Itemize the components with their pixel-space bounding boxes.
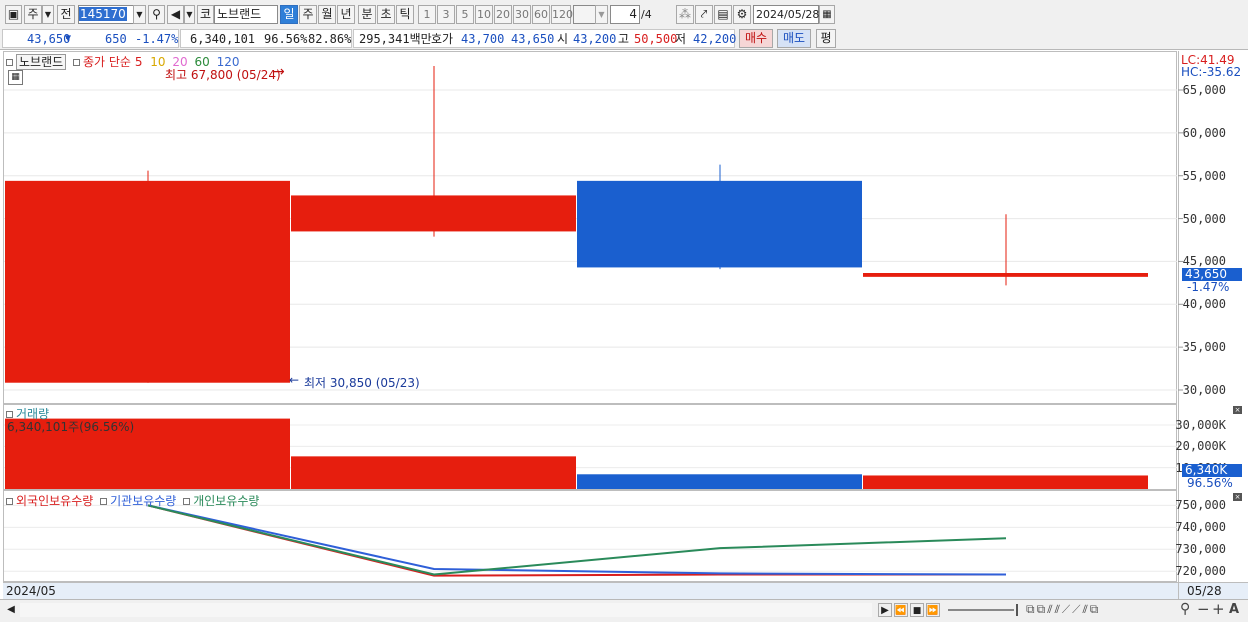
price-tick-label: 60,000 <box>1182 125 1226 140</box>
volume-bar <box>863 475 1148 489</box>
price-tick-label: 40,000 <box>1182 297 1226 312</box>
x-axis-end-label: 05/28 <box>1187 584 1222 598</box>
legend-square-icon <box>73 59 80 66</box>
holding-tick-label: 730,000 <box>1175 542 1226 557</box>
candle-body <box>5 180 290 383</box>
volume-tick-label: 30,000K <box>1175 418 1226 432</box>
individual-holding-label: 개인보유수량 <box>193 494 260 508</box>
zoom-slider-handle[interactable] <box>1016 604 1018 616</box>
institution-holding-label: 기관보유수량 <box>110 494 177 508</box>
holding-series-line <box>147 504 1007 576</box>
volume-bar <box>291 456 576 489</box>
legend-square-icon <box>6 59 13 66</box>
chart-canvas <box>4 66 1183 577</box>
legend-square-icon <box>100 498 108 505</box>
current-pct-label: -1.47% <box>1187 280 1230 294</box>
rewind-icon[interactable]: ⏪ <box>894 603 908 617</box>
x-axis <box>3 582 1178 600</box>
bottom-toolbar: ◀ ▶ ⏪ ■ ⏩ ⧉⧉⫽⫽⟋⟋⫽⧉ ⚲ − + A <box>0 599 1248 622</box>
play-icon[interactable]: ▶ <box>878 603 892 617</box>
holding-tick-label: 750,000 <box>1175 498 1226 513</box>
stock-title-box[interactable]: 노브랜드 <box>16 54 67 70</box>
stop-icon[interactable]: ■ <box>910 603 924 617</box>
holding-panel-close-icon[interactable]: × <box>1233 493 1242 501</box>
legend-square-icon <box>183 498 191 505</box>
candle-body <box>863 273 1148 277</box>
candle-body <box>291 195 576 232</box>
foreign-holding-label: 외국인보유수량 <box>16 494 94 508</box>
volume-bar <box>577 474 862 489</box>
arrow-right-icon: → <box>273 64 285 80</box>
price-tick-label: 35,000 <box>1182 340 1226 355</box>
magnifier-icon[interactable]: ⚲ <box>1180 601 1190 617</box>
legend-square-icon <box>6 411 13 418</box>
close-ma-label: 종가 단순 <box>83 55 131 69</box>
legend-square-icon <box>6 498 13 505</box>
font-size-icon[interactable]: A <box>1229 602 1239 617</box>
zoom-in-icon[interactable]: + <box>1212 600 1225 618</box>
candle-body <box>577 180 862 268</box>
hc-label: HC:-35.62 <box>1181 65 1242 79</box>
price-tick-label: 50,000 <box>1182 211 1226 226</box>
volume-panel-close-icon[interactable]: × <box>1233 406 1242 414</box>
low-annotation: 최저 30,850 (05/23) <box>304 376 420 390</box>
x-axis-start-label: 2024/05 <box>6 584 56 598</box>
price-tick-label: 65,000 <box>1182 83 1226 97</box>
scroll-left-icon[interactable]: ◀ <box>4 603 18 617</box>
holding-legend: 외국인보유수량 기관보유수량 개인보유수량 <box>6 492 259 509</box>
volume-tick-label: 20,000K <box>1175 439 1226 454</box>
holding-series-line <box>147 504 1006 577</box>
holding-tick-label: 720,000 <box>1175 564 1226 579</box>
holding-series-line <box>147 504 1007 576</box>
ma-10-label: 10 <box>150 55 166 69</box>
arrow-left-icon: ← <box>289 373 300 387</box>
high-annotation: 최고 67,800 (05/24) <box>165 68 281 82</box>
ma-5-label: 5 <box>134 55 143 69</box>
fast-forward-icon[interactable]: ⏩ <box>926 603 940 617</box>
holding-tick-label: 740,000 <box>1175 520 1226 535</box>
price-tick-label: 55,000 <box>1182 168 1226 183</box>
volume-note: 6,340,101주(96.56%) <box>7 420 135 434</box>
price-tick-label: 30,000 <box>1182 383 1226 397</box>
horizontal-scrollbar[interactable] <box>20 603 872 617</box>
current-volume-pct: 96.56% <box>1187 476 1233 490</box>
zoom-slider[interactable] <box>948 609 1014 611</box>
chart-tools-icon[interactable]: ⧉⧉⫽⫽⟋⟋⫽⧉ <box>1026 602 1100 617</box>
table-view-icon[interactable]: ▦ <box>8 70 23 85</box>
zoom-out-icon[interactable]: − <box>1197 600 1210 618</box>
